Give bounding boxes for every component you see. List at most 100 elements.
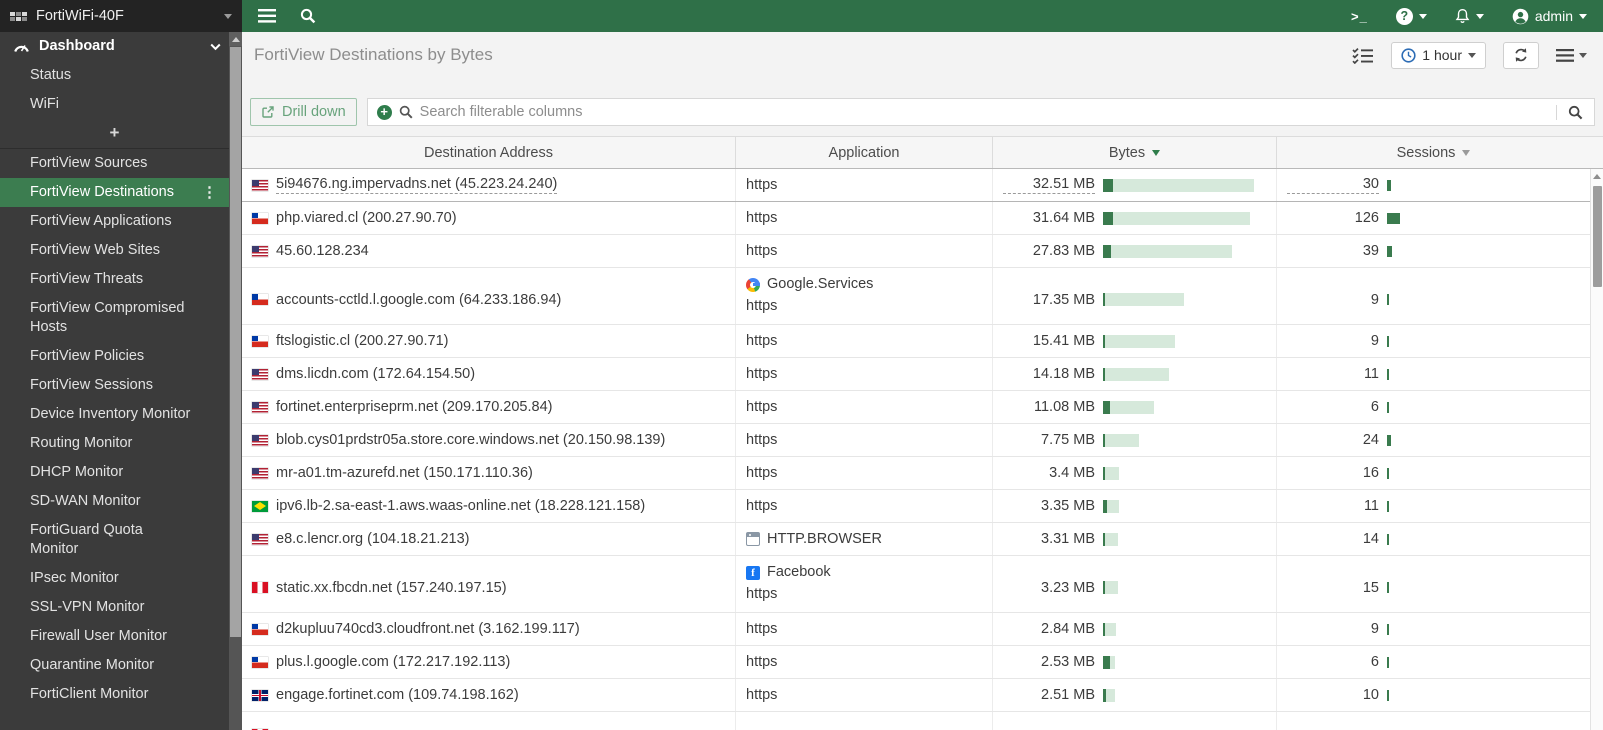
table-row[interactable]: d2kupluu740cd3.cloudfront.net (3.162.199… [242, 613, 1590, 646]
sessions-value: 9 [1370, 333, 1379, 349]
sidebar-item-routing-monitor[interactable]: Routing Monitor [0, 429, 229, 458]
scroll-up-button[interactable] [1591, 169, 1603, 184]
table-row[interactable]: mr-a01.tm-azurefd.net (150.171.110.36) ht… [242, 457, 1590, 490]
application-cell [736, 712, 993, 730]
table-row[interactable]: accounts-cctld.l.google.com (64.233.186.… [242, 268, 1590, 325]
sessions-cell: 126 [1277, 202, 1590, 234]
table-scrollbar[interactable] [1590, 169, 1603, 730]
table-row[interactable]: fortinet.enterpriseprm.net (209.170.205.… [242, 391, 1590, 424]
destination-cell: blob.cys01prdstr05a.store.core.windows.n… [242, 424, 736, 456]
table-row[interactable]: static.xx.fbcdn.net (157.240.197.15) f Fac… [242, 556, 1590, 613]
global-search-icon[interactable] [300, 8, 316, 24]
table-row[interactable]: 5i94676.ng.impervadns.net (45.223.24.240… [242, 169, 1590, 202]
bytes-bar-received [1113, 178, 1254, 192]
chevron-down-icon [1418, 13, 1427, 19]
sidebar-item-label: SD-WAN Monitor [30, 493, 141, 509]
application-cell: https [736, 358, 993, 390]
bytes-cell: 2.51 MB [993, 679, 1277, 711]
table-row[interactable]: ipv6.lb-2.sa-east-1.aws.waas-online.net … [242, 490, 1590, 523]
search-submit-button[interactable] [1556, 104, 1594, 120]
sidebar-item-label: FortiView Threats [30, 271, 144, 287]
sidebar-item-label: Quarantine Monitor [30, 657, 155, 673]
sidebar-item-wifi[interactable]: WiFi [0, 90, 229, 119]
sessions-bar [1387, 434, 1391, 446]
sidebar-item-device-inventory-monitor[interactable]: Device Inventory Monitor [0, 400, 229, 429]
sidebar-item-dashboard[interactable]: Dashboard [0, 32, 229, 61]
sidebar-item-sd-wan-monitor[interactable]: SD-WAN Monitor [0, 487, 229, 516]
sidebar-item-fortiview-web-sites[interactable]: FortiView Web Sites [0, 236, 229, 265]
scroll-up-button[interactable] [229, 32, 242, 46]
add-filter-icon[interactable]: + [376, 104, 392, 120]
bytes-cell: 2.53 MB [993, 646, 1277, 678]
refresh-button[interactable] [1503, 41, 1539, 69]
sidebar-item-quarantine-monitor[interactable]: Quarantine Monitor [0, 651, 229, 680]
sessions-bar [1387, 335, 1389, 347]
admin-menu[interactable]: admin [1512, 8, 1587, 25]
bytes-bar [1103, 178, 1254, 192]
column-header-sessions[interactable]: Sessions [1277, 137, 1590, 168]
application-label: HTTP.BROWSER [767, 530, 882, 547]
sidebar-item-fortiview-sources[interactable]: FortiView Sources [0, 149, 229, 178]
sidebar-item-fortiview-threats[interactable]: FortiView Threats [0, 265, 229, 294]
table-row[interactable]: 45.60.128.234 https 27.83 MB 39 [242, 235, 1590, 268]
help-icon: ? [1395, 7, 1413, 25]
fortiview-table: Destination Address Application Bytes Se… [242, 136, 1603, 730]
kebab-menu-icon[interactable]: ⋮ [202, 183, 221, 202]
cli-console-button[interactable]: >_ [1351, 9, 1368, 24]
sidebar-item-dhcp-monitor[interactable]: DHCP Monitor [0, 458, 229, 487]
application-cell: https [736, 613, 993, 645]
sidebar-item-fortiview-sessions[interactable]: FortiView Sessions [0, 371, 229, 400]
more-options-menu[interactable] [1556, 48, 1587, 62]
sidebar-item-fortiview-destinations[interactable]: FortiView Destinations ⋮ [0, 178, 229, 207]
sidebar-item-forticlient-monitor[interactable]: FortiClient Monitor [0, 680, 229, 709]
device-name: FortiWiFi-40F [36, 8, 124, 24]
sidebar-item-add-dashboard[interactable]: + [0, 119, 229, 148]
sidebar: Dashboard Status WiFi + FortiView Sources For… [0, 32, 242, 730]
column-header-bytes[interactable]: Bytes [993, 137, 1277, 168]
table-row[interactable]: plus.l.google.com (172.217.192.113) https… [242, 646, 1590, 679]
table-row[interactable]: blob.cys01prdstr05a.store.core.windows.n… [242, 424, 1590, 457]
chevron-down-icon [1475, 13, 1484, 19]
sessions-cell: 10 [1277, 679, 1590, 711]
column-header-destination[interactable]: Destination Address [242, 137, 736, 168]
destination-cell: plus.l.google.com (172.217.192.113) [242, 646, 736, 678]
help-menu[interactable]: ? [1395, 7, 1427, 25]
table-row[interactable] [242, 712, 1590, 730]
sidebar-item-label: Dashboard [39, 38, 115, 54]
sidebar-item-fortiview-policies[interactable]: FortiView Policies [0, 342, 229, 371]
bytes-bar-received [1105, 433, 1139, 447]
search-input[interactable] [412, 99, 1556, 125]
notifications-menu[interactable] [1455, 8, 1484, 24]
time-range-dropdown[interactable]: 1 hour [1391, 41, 1486, 69]
bytes-bar-received [1105, 622, 1116, 636]
bytes-value: 2.53 MB [1041, 654, 1095, 670]
device-selector[interactable]: FortiWiFi-40F [0, 0, 242, 32]
destination-cell: e8.c.lencr.org (104.18.21.213) [242, 523, 736, 555]
table-scrollbar-thumb[interactable] [1592, 186, 1602, 287]
collapse-sidebar-icon[interactable] [258, 9, 276, 23]
sidebar-item-label: SSL-VPN Monitor [30, 599, 145, 615]
table-row[interactable]: engage.fortinet.com (109.74.198.162) http… [242, 679, 1590, 712]
sidebar-item-label: Firewall User Monitor [30, 628, 167, 644]
application-cell: https [736, 325, 993, 357]
sidebar-menu: Dashboard Status WiFi + FortiView Sources For… [0, 32, 229, 730]
application-entry: f Facebook [746, 563, 831, 582]
destination-text: d2kupluu740cd3.cloudfront.net (3.162.199… [276, 621, 580, 637]
sidebar-item-ssl-vpn-monitor[interactable]: SSL-VPN Monitor [0, 593, 229, 622]
column-settings-icon[interactable] [1352, 47, 1374, 64]
sidebar-scrollbar[interactable] [229, 32, 242, 730]
sidebar-item-fortiguard-quota-monitor[interactable]: FortiGuard Quota Monitor [0, 516, 229, 564]
table-row[interactable]: e8.c.lencr.org (104.18.21.213) HTTP.BROWS… [242, 523, 1590, 556]
sessions-bar [1387, 212, 1400, 224]
drill-down-button[interactable]: Drill down [250, 98, 357, 126]
sidebar-item-fortiview-compromised-hosts[interactable]: FortiView Compromised Hosts [0, 294, 229, 342]
sidebar-item-fortiview-applications[interactable]: FortiView Applications [0, 207, 229, 236]
sidebar-item-status[interactable]: Status [0, 61, 229, 90]
sidebar-item-firewall-user-monitor[interactable]: Firewall User Monitor [0, 622, 229, 651]
table-row[interactable]: dms.licdn.com (172.64.154.50) https 14.18 … [242, 358, 1590, 391]
sidebar-scrollbar-thumb[interactable] [230, 47, 241, 637]
sidebar-item-ipsec-monitor[interactable]: IPsec Monitor [0, 564, 229, 593]
column-header-application[interactable]: Application [736, 137, 993, 168]
table-row[interactable]: ftslogistic.cl (200.27.90.71) https 15.41 … [242, 325, 1590, 358]
table-row[interactable]: php.viared.cl (200.27.90.70) https 31.64 M… [242, 202, 1590, 235]
